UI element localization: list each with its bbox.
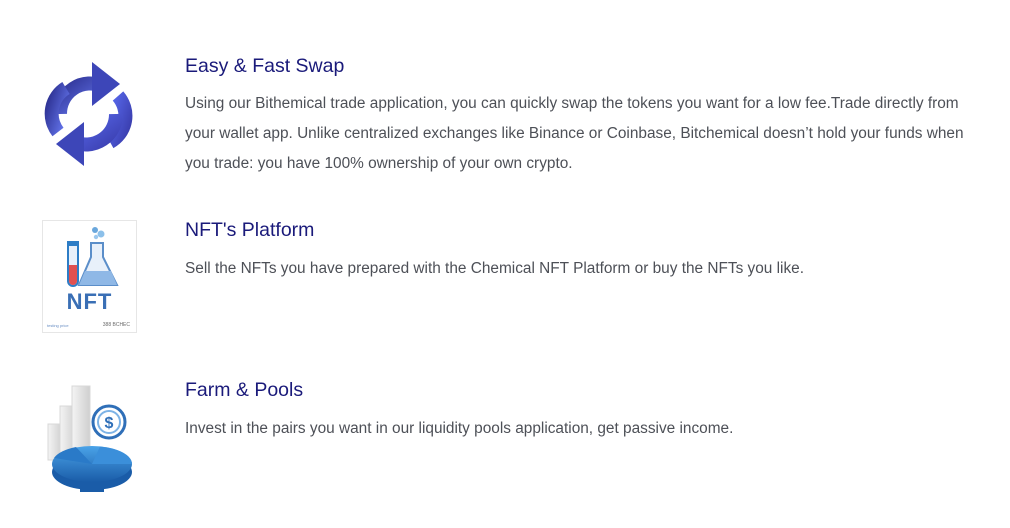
farm-pools-icon: $: [40, 380, 138, 500]
nft-label: NFT: [66, 289, 113, 314]
feature-description: Using our Bithemical trade application, …: [185, 95, 964, 172]
nft-flask-icon: [67, 227, 119, 287]
svg-text:$: $: [105, 415, 114, 432]
feature-title: Easy & Fast Swap: [185, 55, 345, 77]
feature-title: NFT's Platform: [185, 219, 315, 241]
feature-description: Sell the NFTs you have prepared with the…: [185, 260, 805, 277]
nft-foot-left: testing price: [47, 323, 69, 328]
feature-title: Farm & Pools: [185, 379, 304, 401]
nft-price: 388 BCHEC: [102, 322, 130, 328]
feature-description: Invest in the pairs you want in our liqu…: [185, 420, 734, 437]
swap-arrows-icon: [40, 58, 138, 170]
nft-card-image: NFT testing price 388 BCHEC: [42, 220, 137, 333]
